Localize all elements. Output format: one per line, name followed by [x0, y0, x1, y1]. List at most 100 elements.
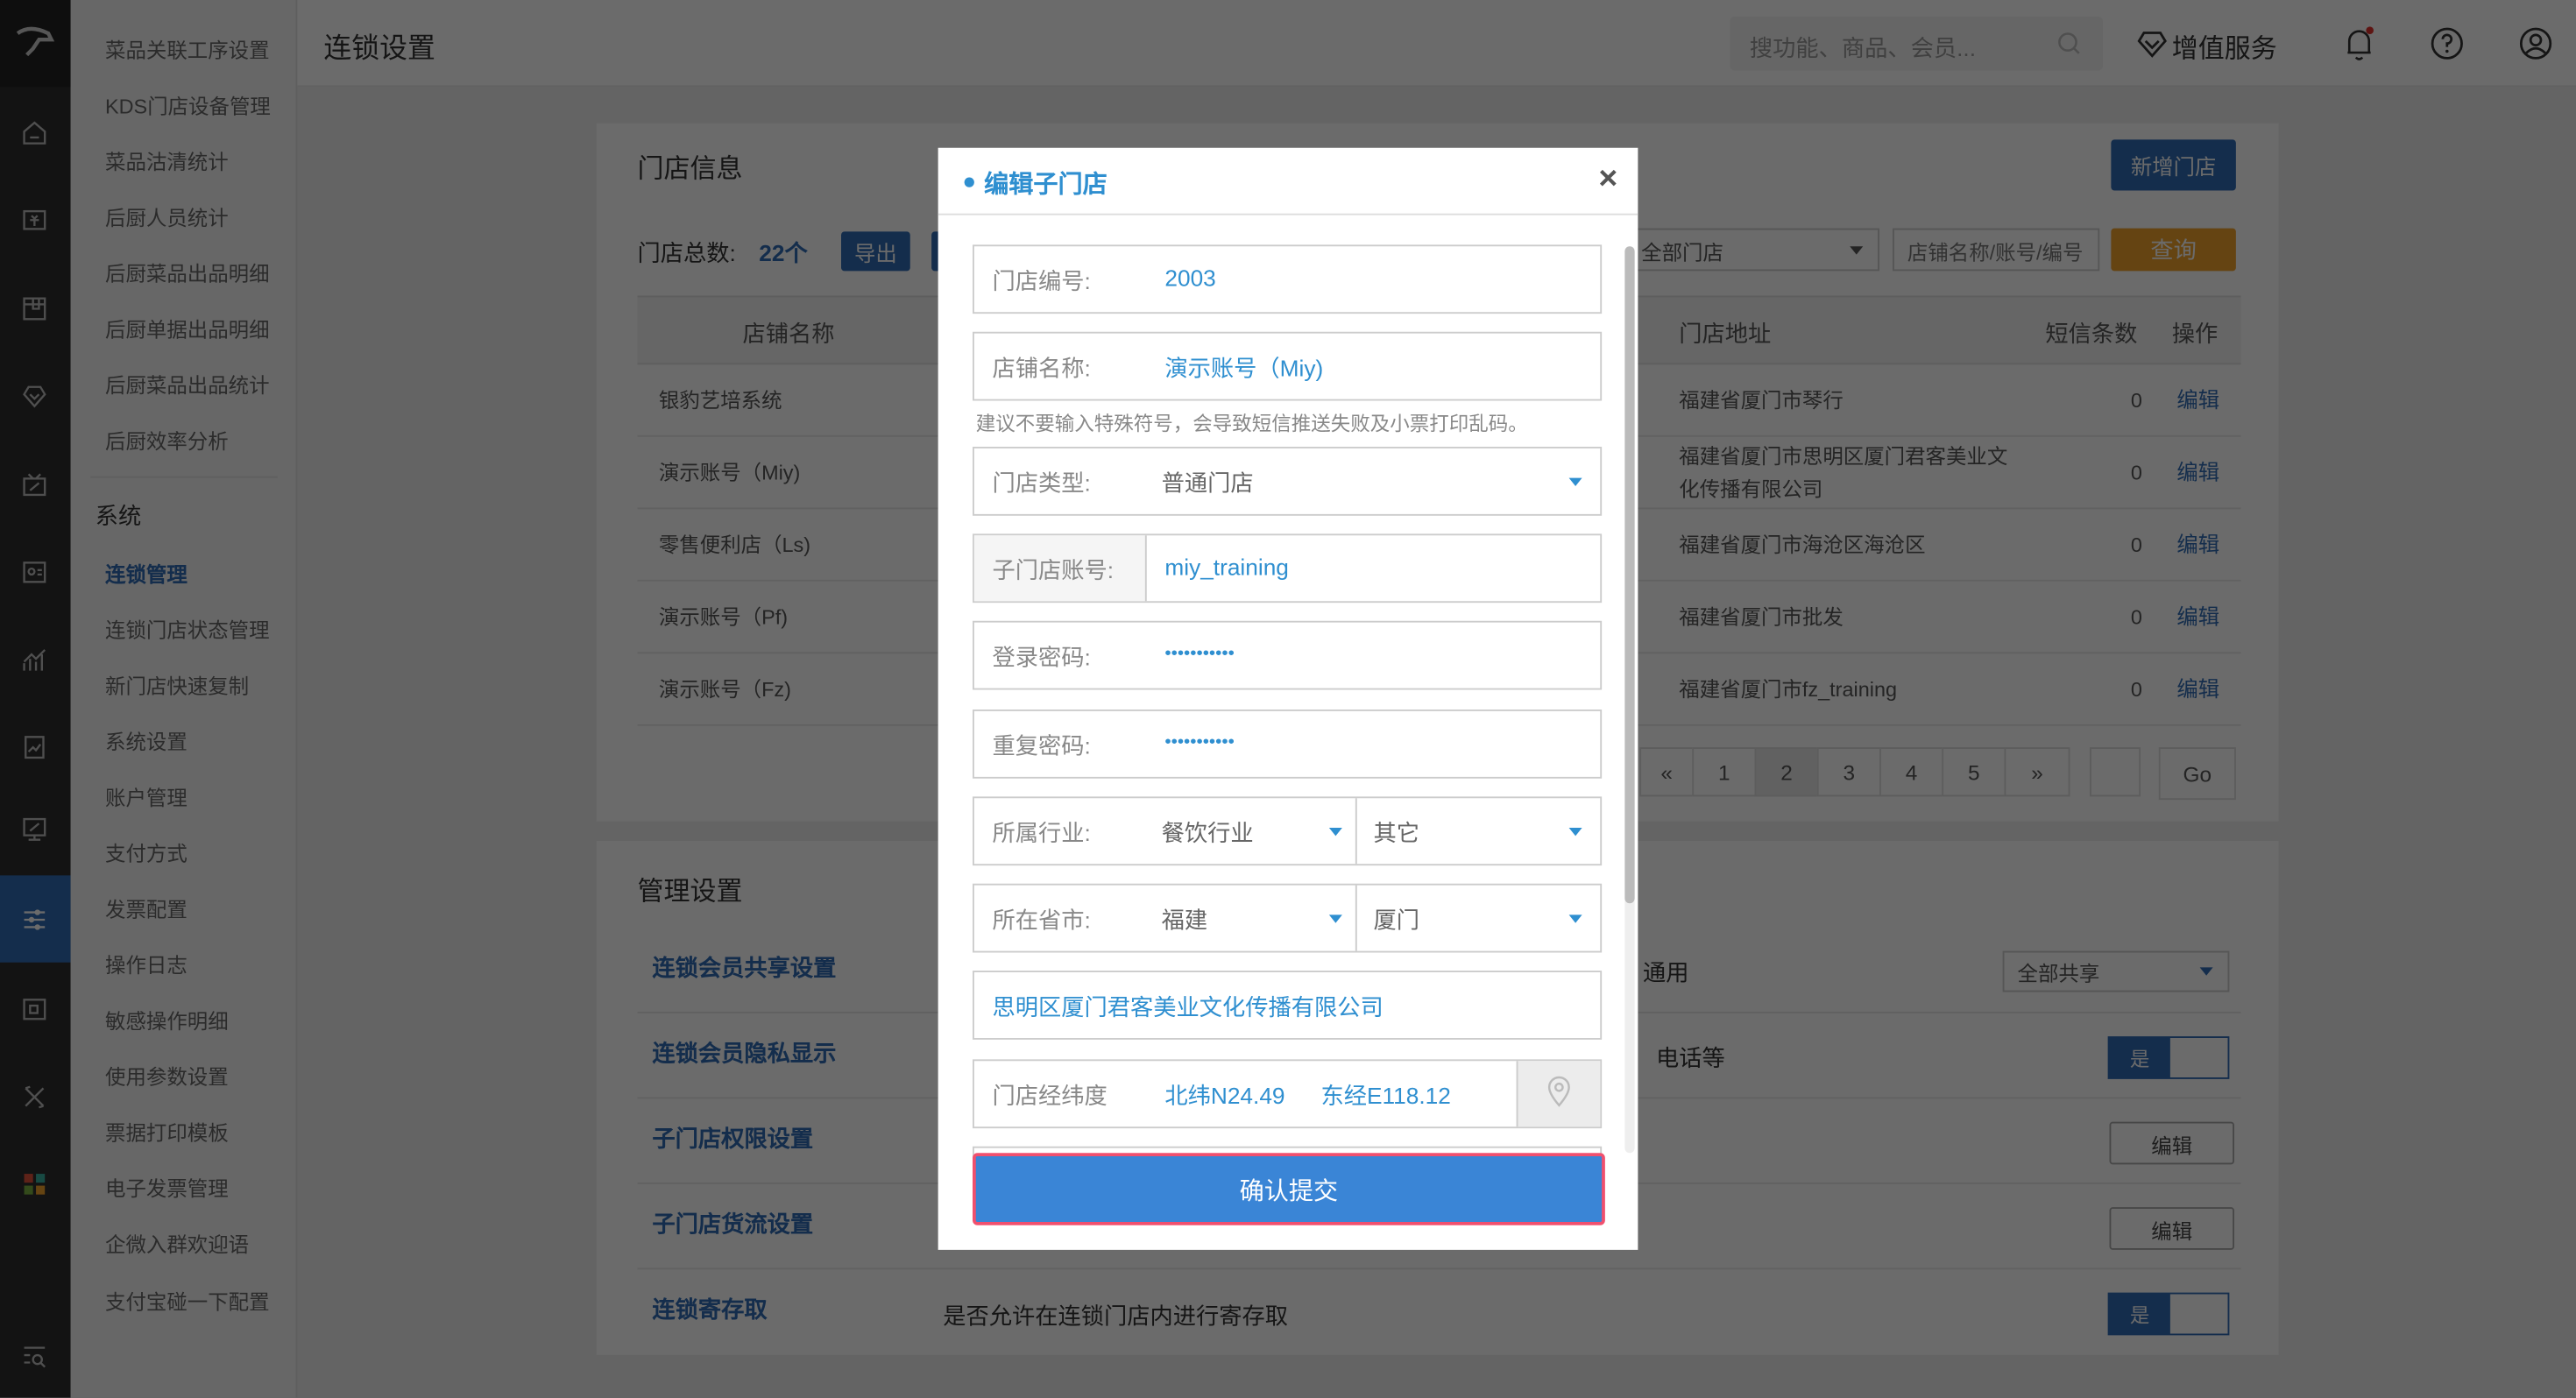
promotion-icon[interactable] — [18, 468, 52, 501]
member-icon[interactable] — [18, 379, 52, 413]
map-locate-button[interactable] — [1517, 1061, 1601, 1126]
edit-link[interactable]: 编辑 — [2176, 529, 2219, 562]
sidebar-item[interactable]: 系统设置 — [105, 724, 188, 756]
pagination-page[interactable]: 4 — [1879, 747, 1943, 796]
pagination-page-current[interactable]: 2 — [1755, 747, 1819, 796]
user-avatar-icon[interactable] — [2518, 26, 2552, 60]
store-search-input[interactable]: 店铺名称/账号/编号 — [1893, 229, 2099, 272]
search-menu-icon[interactable] — [18, 1340, 52, 1373]
sidebar-item[interactable]: 后厨菜品出品统计 — [105, 368, 270, 399]
export-button[interactable]: 导出 — [841, 231, 910, 271]
search-icon[interactable] — [2056, 30, 2084, 58]
sidebar-item[interactable]: 连锁门店状态管理 — [105, 612, 270, 644]
sidebar-item[interactable]: 使用参数设置 — [105, 1059, 229, 1091]
logo[interactable] — [0, 0, 71, 87]
province-select[interactable]: 福建 — [1147, 886, 1355, 951]
settings-sliders-icon[interactable] — [18, 903, 52, 936]
page-go-button[interactable]: Go — [2159, 747, 2236, 800]
apps-icon[interactable] — [18, 1168, 52, 1201]
store-number-value: 2003 — [1164, 265, 1215, 291]
management-title: 管理设置 — [638, 869, 743, 908]
member-share-setting-link[interactable]: 连锁会员共享设置 — [652, 951, 836, 985]
member-privacy-link[interactable]: 连锁会员隐私显示 — [652, 1036, 836, 1070]
column-header-sms: 短信条数 — [2045, 317, 2137, 350]
sidebar-item[interactable]: 企微入群欢迎语 — [105, 1227, 249, 1259]
sidebar-item[interactable]: KDS门店设备管理 — [105, 88, 271, 120]
sidebar-item-chain-management[interactable]: 连锁管理 — [105, 557, 188, 589]
substore-logistics-link[interactable]: 子门店货流设置 — [652, 1207, 813, 1240]
industry-sub-value: 其它 — [1374, 816, 1420, 850]
coordinates-field[interactable]: 门店经纬度 北纬N24.49 东经E118.12 — [973, 1059, 1602, 1128]
search-box[interactable]: 搜功能、商品、会员... — [1730, 17, 2103, 71]
sidebar-item[interactable]: 菜品关联工序设置 — [105, 33, 270, 65]
edit-link[interactable]: 编辑 — [2176, 601, 2219, 634]
pagination-next[interactable]: » — [2005, 747, 2070, 796]
city-select[interactable]: 厦门 — [1355, 886, 1600, 951]
modal-scrollbar-thumb[interactable] — [1624, 246, 1634, 903]
modal-scrollbar-track[interactable] — [1624, 246, 1634, 1153]
edit-link[interactable]: 编辑 — [2176, 456, 2219, 490]
sidebar-item[interactable]: 后厨人员统计 — [105, 201, 229, 232]
store-name-field[interactable]: 店铺名称: 演示账号（Miy) — [973, 332, 1602, 401]
report-icon[interactable] — [18, 644, 52, 677]
store-number-field[interactable]: 门店编号: 2003 — [973, 244, 1602, 314]
value-added-services-link[interactable]: 增值服务 — [2172, 26, 2277, 66]
login-password-field[interactable]: 登录密码: ••••••••••• — [973, 621, 1602, 690]
sidebar-item[interactable]: 操作日志 — [105, 948, 188, 979]
address-field[interactable]: 思明区厦门君客美业文化传播有限公司 — [973, 971, 1602, 1040]
member-share-select[interactable]: 全部共享 — [2003, 951, 2230, 992]
sidebar-item[interactable]: 新门店快速复制 — [105, 668, 249, 700]
substore-logistics-edit-button[interactable]: 编辑 — [2110, 1207, 2235, 1250]
substore-permission-edit-button[interactable]: 编辑 — [2110, 1122, 2235, 1165]
pagination-page[interactable]: 3 — [1817, 747, 1881, 796]
bell-icon[interactable] — [2343, 26, 2376, 62]
home-icon[interactable] — [18, 116, 52, 150]
employee-icon[interactable] — [18, 555, 52, 589]
query-button[interactable]: 查询 — [2111, 229, 2236, 272]
sidebar-item[interactable]: 账户管理 — [105, 780, 188, 812]
pagination-prev[interactable]: « — [1639, 747, 1694, 796]
cashier-icon[interactable] — [18, 204, 52, 237]
pagination-page[interactable]: 5 — [1942, 747, 2006, 796]
sidebar-item[interactable]: 敏感操作明细 — [105, 1004, 229, 1035]
sidebar-item[interactable]: 支付方式 — [105, 836, 188, 867]
edit-link[interactable]: 编辑 — [2176, 385, 2219, 418]
repeat-password-field[interactable]: 重复密码: ••••••••••• — [973, 710, 1602, 779]
sidebar-item[interactable]: 支付宝碰一下配置 — [105, 1284, 270, 1316]
member-privacy-toggle[interactable]: 是 — [2108, 1036, 2230, 1079]
search-placeholder: 搜功能、商品、会员... — [1750, 32, 1976, 65]
sidebar-item[interactable]: 后厨单据出品明细 — [105, 312, 270, 343]
field-label: 店铺名称: — [993, 351, 1091, 385]
sidebar-item[interactable]: 后厨菜品出品明细 — [105, 257, 270, 288]
substore-account-field[interactable]: 子门店账号: miy_training — [973, 533, 1602, 603]
sidebar-item[interactable]: 票据打印模板 — [105, 1115, 229, 1147]
close-icon[interactable]: × — [1598, 161, 1617, 199]
marketing-icon[interactable] — [18, 813, 52, 846]
sidebar-item[interactable]: 后厨效率分析 — [105, 424, 229, 455]
industry-select[interactable]: 餐饮行业 — [1147, 798, 1355, 864]
store-name: 演示账号（Miy) — [659, 456, 800, 490]
substore-permission-link[interactable]: 子门店权限设置 — [652, 1122, 813, 1155]
industry-sub-select[interactable]: 其它 — [1355, 798, 1600, 864]
sidebar-item[interactable]: 菜品沽清统计 — [105, 145, 229, 176]
product-icon[interactable] — [18, 293, 52, 326]
store-filter-select[interactable]: 全部门店 — [1626, 229, 1879, 272]
page-jump-input[interactable] — [2090, 747, 2141, 796]
submit-button[interactable]: 确认提交 — [973, 1153, 1605, 1225]
chevron-down-icon — [1329, 914, 1342, 922]
column-header-name: 店铺名称 — [743, 317, 835, 350]
edit-link[interactable]: 编辑 — [2176, 674, 2219, 707]
store-type-value: 普通门店 — [1162, 467, 1254, 500]
store-type-select[interactable]: 门店类型: 普通门店 — [973, 447, 1602, 516]
pagination-page[interactable]: 1 — [1692, 747, 1756, 796]
add-store-button[interactable]: 新增门店 — [2111, 139, 2236, 190]
field-label: 门店编号: — [993, 265, 1091, 298]
chain-storage-link[interactable]: 连锁寄存取 — [652, 1293, 767, 1326]
safe-icon[interactable] — [18, 993, 52, 1027]
finance-icon[interactable] — [18, 731, 52, 764]
sidebar-item[interactable]: 电子发票管理 — [105, 1171, 229, 1203]
tools-icon[interactable] — [18, 1081, 52, 1114]
help-icon[interactable] — [2430, 26, 2464, 60]
sidebar-item[interactable]: 发票配置 — [105, 892, 188, 923]
chain-storage-toggle[interactable]: 是 — [2108, 1293, 2230, 1336]
